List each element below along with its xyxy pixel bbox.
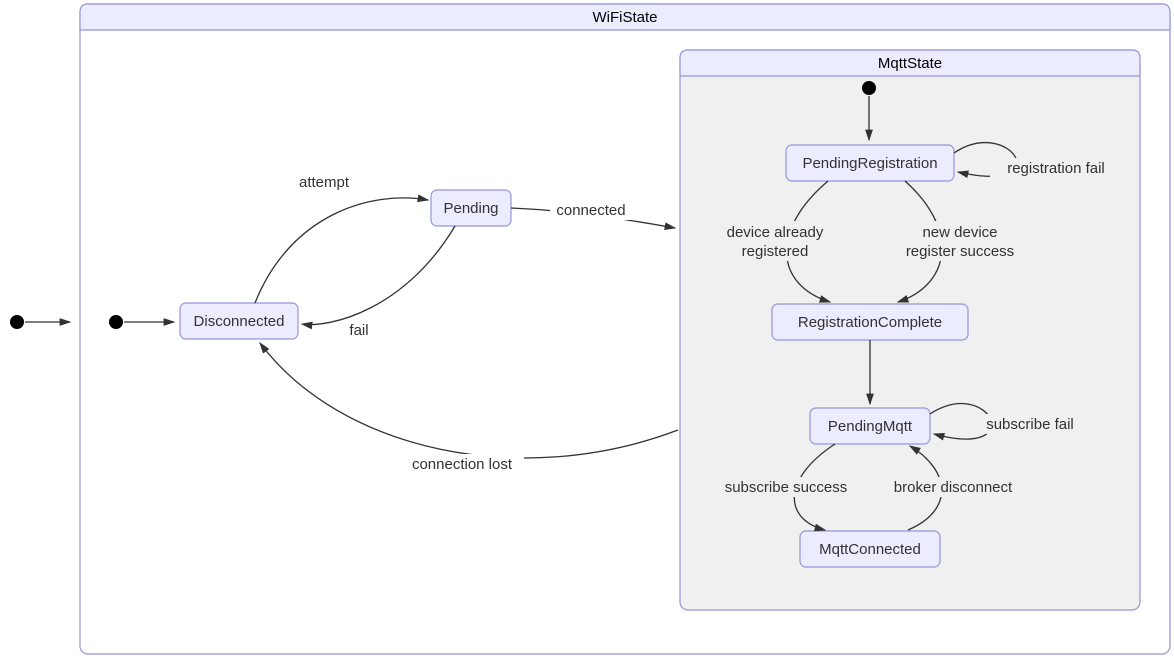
state-registration-complete: RegistrationComplete xyxy=(772,304,968,340)
svg-text:PendingRegistration: PendingRegistration xyxy=(802,155,937,172)
label-broker-disconnect: broker disconnect xyxy=(894,479,1013,496)
state-pending: Pending xyxy=(431,190,511,226)
outer-initial-state xyxy=(10,315,24,329)
mqttstate-title: MqttState xyxy=(878,55,942,72)
label-new-device-1: new device xyxy=(922,224,997,241)
wifistate-title: WiFiState xyxy=(592,9,657,26)
state-pending-mqtt: PendingMqtt xyxy=(810,408,930,444)
svg-text:RegistrationComplete: RegistrationComplete xyxy=(798,314,942,331)
state-mqtt-connected: MqttConnected xyxy=(800,531,940,567)
wifi-initial-state xyxy=(109,315,123,329)
label-subscribe-success: subscribe success xyxy=(725,479,848,496)
state-diagram: WiFiState Disconnected Pending attempt f… xyxy=(0,0,1174,658)
label-connected: connected xyxy=(556,202,625,219)
label-subscribe-fail: subscribe fail xyxy=(986,416,1074,433)
svg-text:Disconnected: Disconnected xyxy=(194,313,285,330)
svg-text:MqttConnected: MqttConnected xyxy=(819,541,921,558)
label-fail: fail xyxy=(349,322,368,339)
mqtt-initial-state xyxy=(862,81,876,95)
state-disconnected: Disconnected xyxy=(180,303,298,339)
label-attempt: attempt xyxy=(299,174,350,191)
state-pending-registration: PendingRegistration xyxy=(786,145,954,181)
label-registration-fail: registration fail xyxy=(1007,160,1105,177)
label-new-device-2: register success xyxy=(906,243,1014,260)
label-connection-lost: connection lost xyxy=(412,456,513,473)
svg-text:PendingMqtt: PendingMqtt xyxy=(828,418,913,435)
label-device-already-1: device already xyxy=(727,224,824,241)
label-device-already-2: registered xyxy=(742,243,809,260)
svg-text:Pending: Pending xyxy=(443,200,498,217)
